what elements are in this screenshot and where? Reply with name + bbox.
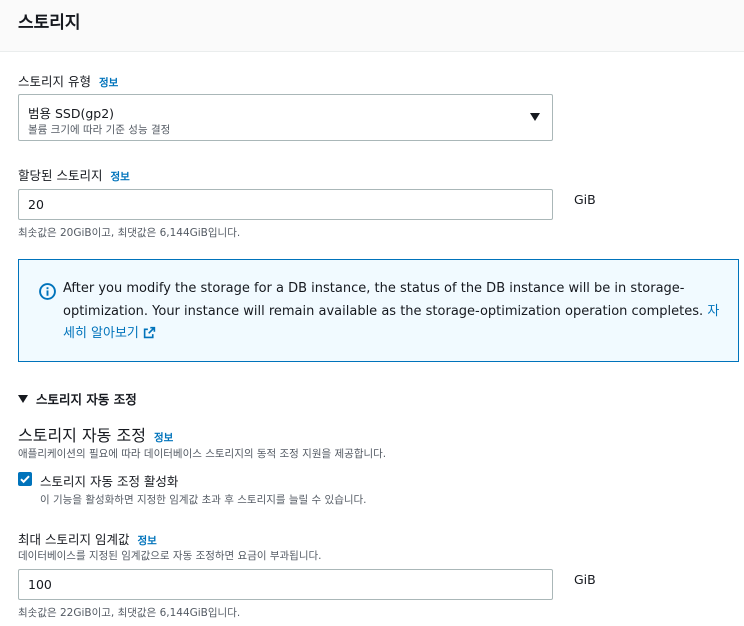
enable-autoscaling-checkbox[interactable] — [18, 472, 32, 486]
storage-type-info-link[interactable]: 정보 — [99, 77, 118, 89]
storage-autoscaling-description: 애플리케이션의 필요에 따라 데이터베이스 스토리지의 동적 조정 지원을 제공… — [18, 448, 387, 460]
storage-autoscaling-heading: 스토리지 자동 조정 정보 — [18, 422, 173, 446]
alert-message: After you modify the storage for a DB in… — [63, 278, 723, 346]
storage-type-label: 스토리지 유형 정보 — [18, 71, 118, 90]
max-threshold-constraint: 최솟값은 22GiB이고, 최댓값은 6,144GiB입니다. — [18, 607, 241, 619]
storage-autoscaling-expander[interactable]: 스토리지 자동 조정 — [18, 389, 137, 408]
enable-autoscaling-label[interactable]: 스토리지 자동 조정 활성화 — [40, 471, 178, 490]
section-header: 스토리지 — [0, 0, 744, 52]
max-threshold-input[interactable] — [18, 569, 553, 600]
allocated-storage-info-link[interactable]: 정보 — [110, 171, 129, 183]
alert-text: After you modify the storage for a DB in… — [63, 281, 704, 319]
max-threshold-info-link[interactable]: 정보 — [137, 535, 156, 547]
allocated-storage-unit: GiB — [574, 192, 596, 207]
section-title-storage: 스토리지 — [18, 13, 81, 33]
storage-type-select[interactable]: 범용 SSD(gp2) 볼륨 크기에 따라 기준 성능 결정 — [18, 94, 553, 141]
storage-type-selected-value: 범용 SSD(gp2) — [28, 106, 115, 121]
max-threshold-description: 데이터베이스를 지정된 임계값으로 자동 조정하면 요금이 부과됩니다. — [18, 550, 322, 562]
storage-autoscaling-expander-label: 스토리지 자동 조정 — [36, 392, 137, 407]
storage-type-label-text: 스토리지 유형 — [18, 74, 91, 89]
expand-caret-icon — [18, 395, 28, 403]
storage-autoscaling-info-link[interactable]: 정보 — [154, 432, 173, 444]
storage-autoscaling-heading-text: 스토리지 자동 조정 — [18, 426, 146, 445]
allocated-storage-label: 할당된 스토리지 정보 — [18, 165, 130, 184]
enable-autoscaling-description: 이 기능을 활성화하면 지정한 임계값 초과 후 스토리지를 늘릴 수 있습니다… — [40, 494, 367, 506]
allocated-storage-label-text: 할당된 스토리지 — [18, 168, 103, 183]
allocated-storage-input[interactable] — [18, 189, 553, 220]
storage-optimization-alert: After you modify the storage for a DB in… — [18, 259, 739, 362]
allocated-storage-constraint: 최솟값은 20GiB이고, 최댓값은 6,144GiB입니다. — [18, 227, 241, 239]
storage-type-selected-description: 볼륨 크기에 따라 기준 성능 결정 — [28, 124, 171, 136]
checkmark-icon — [20, 475, 30, 484]
caret-down-icon — [530, 113, 540, 121]
info-icon — [39, 283, 56, 300]
external-link-icon — [143, 326, 156, 339]
max-threshold-label: 최대 스토리지 임계값 정보 — [18, 529, 157, 548]
max-threshold-label-text: 최대 스토리지 임계값 — [18, 532, 130, 547]
max-threshold-unit: GiB — [574, 572, 596, 587]
